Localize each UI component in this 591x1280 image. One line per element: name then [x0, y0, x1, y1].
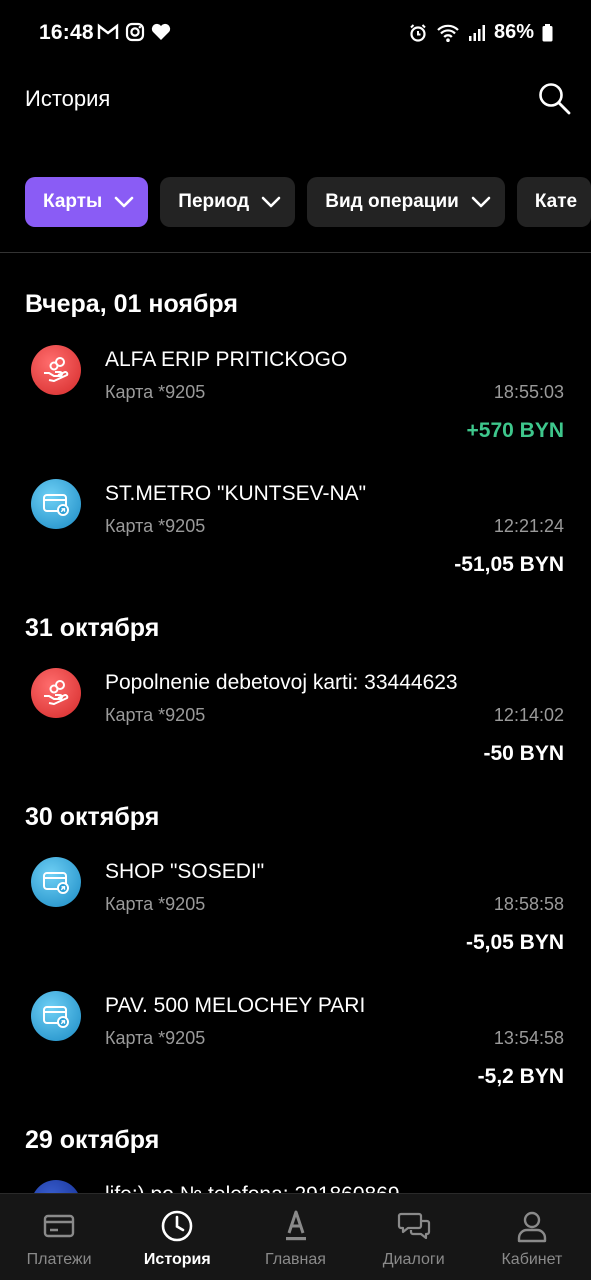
- filter-operation-type-dropdown[interactable]: Вид операции: [307, 177, 505, 227]
- alarm-icon: [410, 23, 426, 42]
- transaction-amount: -51,05 BYN: [454, 553, 564, 576]
- battery-percent: 86%: [493, 21, 534, 43]
- date-header: 29 октября: [25, 1126, 160, 1154]
- history-screen: 16:48 86% История Карты Период Вид опера…: [0, 0, 591, 1280]
- transaction-time: 12:14:02: [493, 705, 564, 725]
- chat-icon: [397, 1212, 430, 1240]
- filter-cards-dropdown[interactable]: Карты: [25, 177, 149, 227]
- transaction-name: ALFA ERIP PRITICKOGO: [105, 348, 348, 371]
- card-icon: [31, 857, 81, 907]
- transaction-name: SHOP "SOSEDI": [105, 860, 265, 883]
- nav-dialogs[interactable]: Диалоги: [355, 1194, 473, 1280]
- transaction-time: 13:54:58: [493, 1028, 564, 1048]
- transaction-card: Карта *9205: [105, 705, 206, 725]
- hand-coins-icon: [31, 345, 81, 395]
- nav-payments[interactable]: Платежи: [0, 1194, 118, 1280]
- filter-chips: Карты Период Вид операции Кате: [25, 177, 591, 227]
- card-icon: [31, 991, 81, 1041]
- transaction-card: Карта *9205: [105, 894, 206, 914]
- gmail-icon: [97, 23, 119, 39]
- profile-icon: [517, 1211, 547, 1243]
- transaction-row[interactable]: ALFA ERIP PRITICKOGO Карта *9205 18:55:0…: [0, 345, 591, 465]
- transaction-time: 18:58:58: [493, 894, 564, 914]
- filter-period-dropdown[interactable]: Период: [160, 177, 296, 227]
- transaction-name: Popolnenie debetovoj karti: 33444623: [105, 671, 458, 694]
- nav-home[interactable]: Главная: [236, 1194, 354, 1280]
- transaction-card: Карта *9205: [105, 516, 206, 536]
- transaction-name: ST.METRO "KUNTSEV-NA": [105, 482, 367, 505]
- transaction-row[interactable]: ST.METRO "KUNTSEV-NA" Карта *9205 12:21:…: [0, 479, 591, 599]
- search-icon[interactable]: [536, 80, 572, 116]
- date-header: 31 октября: [25, 614, 160, 642]
- transaction-card: Карта *9205: [105, 382, 206, 402]
- instagram-icon: [125, 22, 145, 42]
- transaction-name: PAV. 500 MELOCHEY PARI: [105, 994, 366, 1017]
- status-bar: 16:48 86%: [0, 0, 591, 68]
- hand-coins-icon: [31, 668, 81, 718]
- date-header: Вчера, 01 ноября: [25, 290, 238, 318]
- card-icon: [31, 479, 81, 529]
- transaction-amount: -50 BYN: [483, 742, 564, 765]
- date-header: 30 октября: [25, 803, 160, 831]
- transaction-time: 12:21:24: [493, 516, 564, 536]
- transaction-time: 18:55:03: [493, 382, 564, 402]
- battery-icon: [542, 23, 553, 41]
- chevron-down-icon: [114, 196, 134, 208]
- app-header: История: [0, 70, 591, 130]
- clock-icon: [161, 1210, 193, 1242]
- wifi-icon: [437, 24, 459, 42]
- wallet-icon: [43, 1214, 75, 1238]
- transaction-row[interactable]: PAV. 500 MELOCHEY PARI Карта *9205 13:54…: [0, 991, 591, 1111]
- chevron-down-icon: [471, 196, 491, 208]
- filter-category-dropdown[interactable]: Кате: [516, 177, 591, 227]
- nav-history[interactable]: История: [118, 1194, 236, 1280]
- transaction-amount: -5,05 BYN: [465, 931, 564, 954]
- transaction-amount: +570 BYN: [466, 419, 564, 442]
- transaction-card: Карта *9205: [105, 1028, 206, 1048]
- chevron-down-icon: [261, 196, 281, 208]
- divider: [0, 252, 591, 253]
- nav-profile[interactable]: Кабинет: [473, 1194, 591, 1280]
- bottom-navigation: Платежи История Главная Диалоги Кабинет: [0, 1193, 591, 1280]
- alfa-logo-icon: [285, 1210, 306, 1241]
- status-time: 16:48: [39, 21, 94, 44]
- signal-icon: [468, 24, 485, 41]
- transaction-row[interactable]: Popolnenie debetovoj karti: 33444623 Кар…: [0, 668, 591, 788]
- transaction-row[interactable]: SHOP "SOSEDI" Карта *9205 18:58:58 -5,05…: [0, 857, 591, 977]
- heart-icon: [151, 23, 171, 40]
- page-title: История: [25, 86, 111, 111]
- transaction-amount: -5,2 BYN: [477, 1065, 564, 1088]
